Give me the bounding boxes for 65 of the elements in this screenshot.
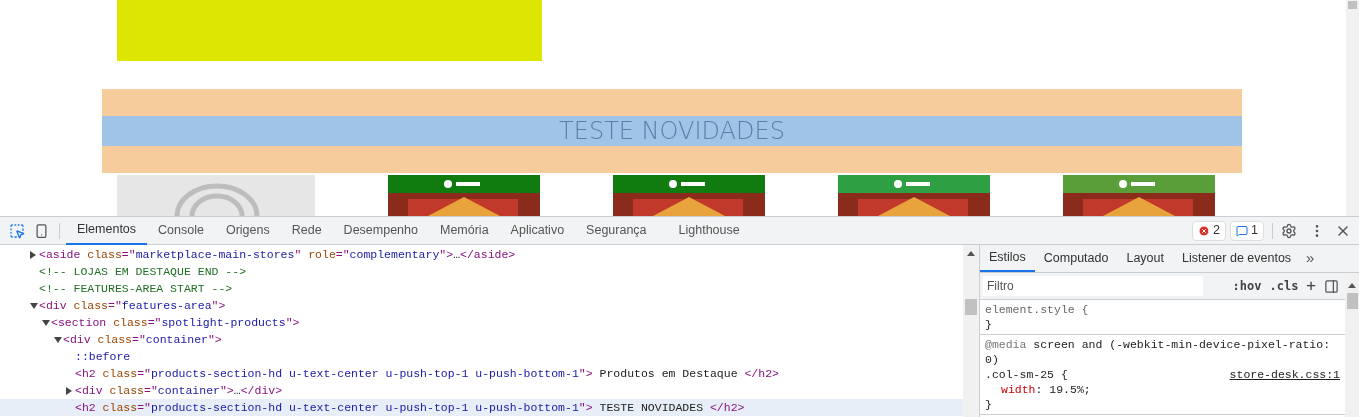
messages-badge[interactable]: 1 — [1230, 220, 1264, 241]
css-selector: element.style { — [985, 302, 1089, 317]
css-property: width: 19.5%; — [1000, 382, 1092, 397]
elements-scrollbar[interactable] — [963, 245, 980, 417]
dom-code: <div class="container"> — [63, 331, 222, 348]
dom-node[interactable]: <div class="features-area"> — [0, 297, 963, 314]
dom-code: <div class="features-area"> — [39, 297, 226, 314]
scroll-up-icon[interactable] — [967, 251, 975, 256]
dom-node[interactable]: <aside class="marketplace-main-stores" role="complementary">…</aside> — [0, 246, 963, 263]
dom-code: ::before — [75, 348, 131, 365]
expanded-triangle-icon[interactable] — [30, 302, 38, 309]
page-scrollbar[interactable] — [1346, 0, 1359, 216]
devtools-tab[interactable]: Lighthouse — [667, 216, 751, 245]
css-selector: .col-sm-25 { — [985, 367, 1068, 382]
dom-code: <section class="spotlight-products"> — [51, 314, 300, 331]
styles-tab[interactable]: Computado — [1034, 245, 1118, 272]
expanded-triangle-icon[interactable] — [42, 319, 50, 326]
message-icon — [1236, 224, 1249, 237]
closing-brace: } — [985, 317, 993, 332]
styles-tab[interactable]: Layout — [1117, 245, 1173, 272]
filter-toggle-button[interactable]: .cls — [1265, 277, 1303, 295]
scroll-up-icon[interactable] — [1348, 283, 1356, 288]
collapsed-triangle-icon[interactable] — [66, 386, 72, 395]
scrollbar-thumb[interactable] — [965, 299, 977, 315]
devtools-tab[interactable]: Aplicativo — [499, 216, 576, 245]
dom-code: <h2 class="products-section-hd u-text-center u-push-top-1 u-push-bottom-1"> Produtos em Destaque </h2> — [75, 365, 779, 382]
device-icon[interactable] — [34, 222, 49, 239]
dom-node[interactable]: ::before — [0, 348, 963, 365]
dom-node[interactable]: <div class="container"> — [0, 331, 963, 348]
dom-code: <!-- FEATURES-AREA START --> — [39, 280, 233, 297]
dom-node[interactable]: <!-- LOJAS EM DESTAQUE END --> — [0, 263, 963, 280]
dom-node[interactable]: <section class="spotlight-products"> — [0, 314, 963, 331]
dom-node[interactable]: <div class="container">…</div> — [0, 382, 963, 399]
banner-title: TESTE NOVIDADES — [559, 116, 785, 147]
filter-field[interactable]: Filtro — [983, 276, 1203, 296]
errors-badge[interactable]: 2 — [1192, 220, 1227, 241]
devtools-tab[interactable]: Segurança — [575, 216, 658, 245]
filter-toggle-button[interactable]: + — [1302, 274, 1320, 298]
dom-code: <h2 class="products-section-hd u-text-center u-push-top-1 u-push-bottom-1"> TESTE NOVIDADES </h2> — [75, 399, 745, 416]
devtools-tab[interactable]: Memória — [428, 216, 500, 245]
dom-node[interactable]: <!-- FEATURES-AREA START --> — [0, 280, 963, 297]
devtools-tab[interactable]: Console — [147, 216, 215, 245]
collapsed-triangle-icon[interactable] — [30, 250, 36, 259]
dom-node[interactable]: <h2 class="products-section-hd u-text-center u-push-top-1 u-push-bottom-1"> Produtos em Destaque </h2> — [0, 365, 963, 382]
filter-toggle-button[interactable]: :hov — [1228, 277, 1266, 295]
inspect-icon[interactable] — [9, 222, 25, 239]
more-tabs-button[interactable]: » — [1300, 247, 1321, 270]
expanded-triangle-icon[interactable] — [54, 336, 62, 343]
error-icon — [1198, 224, 1211, 237]
source-link[interactable]: store-desk.css:1 — [1229, 367, 1340, 382]
devtools-tab[interactable]: Rede — [280, 216, 333, 245]
styles-scrollbar[interactable] — [1345, 273, 1359, 417]
settings-icon[interactable] — [1281, 222, 1297, 239]
dom-code: <aside class="marketplace-main-stores" role="complementary">…</aside> — [39, 246, 516, 263]
devtools-tab[interactable]: Origens — [214, 216, 281, 245]
devtools-tab[interactable]: Desempenho — [332, 216, 429, 245]
devtools-tab[interactable]: Elementos — [66, 216, 148, 245]
styles-tab[interactable]: Listener de eventos — [1173, 245, 1301, 272]
scrollbar-thumb[interactable] — [1346, 293, 1358, 309]
media-query: @media screen and (-webkit-min-device-pixel-ratio: 0) — [985, 337, 1332, 367]
dom-node[interactable]: <h2 class="products-section-hd u-text-center u-push-top-1 u-push-bottom-1"> TESTE NOVIDADES </h2> — [0, 399, 963, 416]
closing-brace: } — [985, 397, 993, 412]
sidebar-toggle-icon[interactable] — [1324, 278, 1339, 294]
dom-code: <!-- LOJAS EM DESTAQUE END --> — [39, 263, 247, 280]
dom-code: <div class="container">…</div> — [75, 382, 283, 399]
